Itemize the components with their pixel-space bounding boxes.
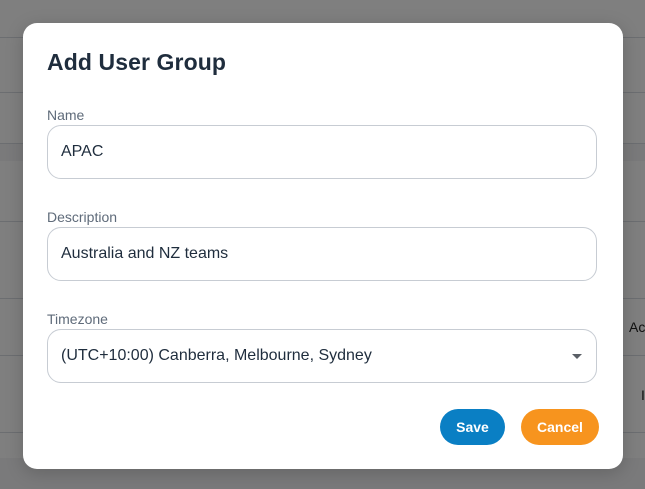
name-field-value: APAC (61, 143, 104, 160)
save-button[interactable]: Save (440, 409, 505, 445)
timezone-select-value: (UTC+10:00) Canberra, Melbourne, Sydney (61, 347, 372, 364)
name-label: Name (47, 107, 85, 123)
description-field[interactable]: Australia and NZ teams (47, 227, 597, 281)
timezone-label: Timezone (47, 311, 108, 327)
name-field[interactable]: APAC (47, 125, 597, 179)
caret-down-icon (572, 354, 582, 359)
add-user-group-dialog: Add User Group Name APAC Description Aus… (23, 23, 623, 469)
description-label: Description (47, 209, 118, 225)
description-field-value: Australia and NZ teams (61, 245, 229, 262)
dialog-title: Add User Group (47, 49, 227, 75)
timezone-select[interactable]: (UTC+10:00) Canberra, Melbourne, Sydney (47, 329, 597, 383)
cancel-button[interactable]: Cancel (521, 409, 599, 445)
